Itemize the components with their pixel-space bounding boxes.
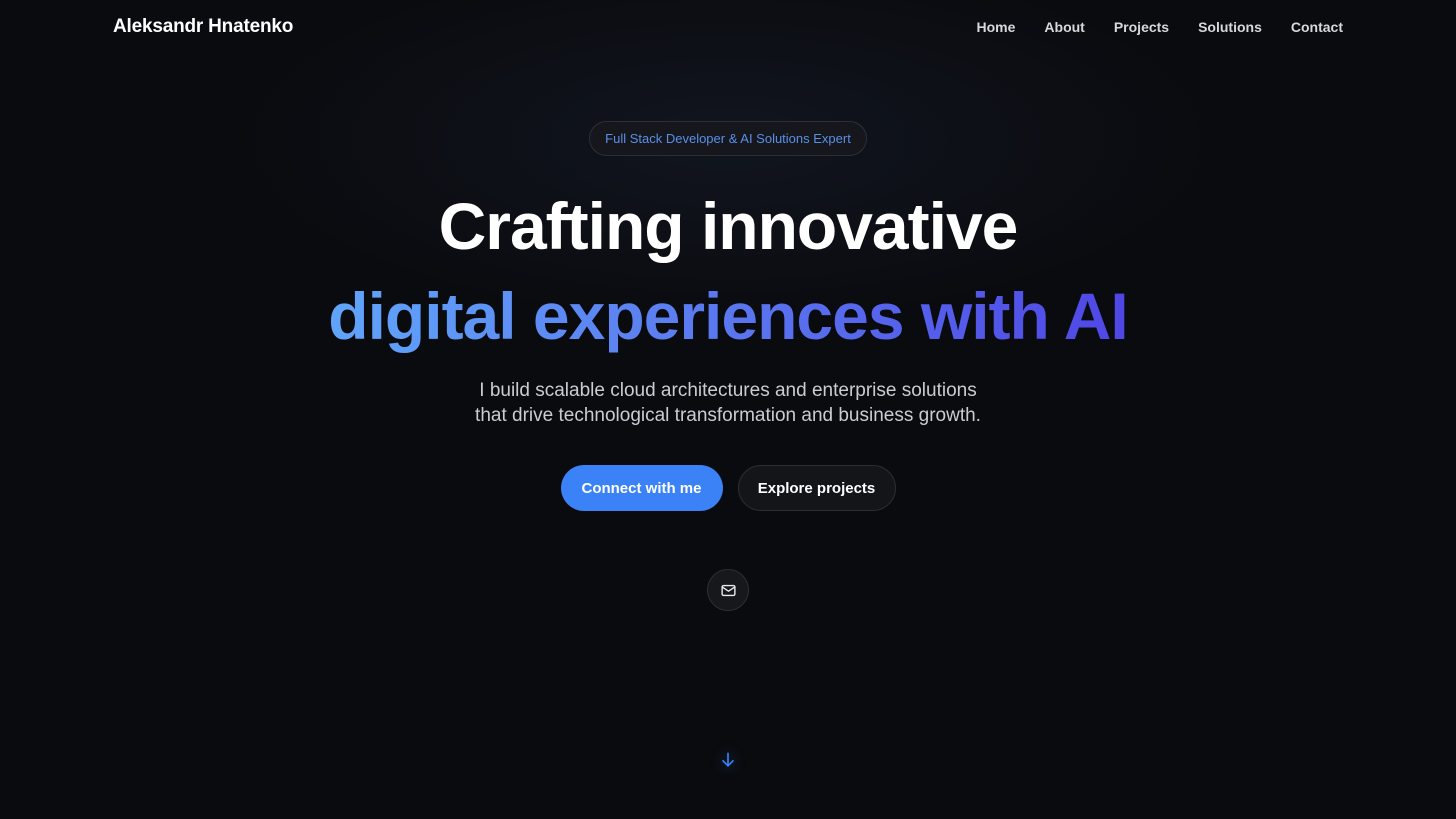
subtitle-line-2: that drive technological transformation … — [475, 405, 981, 426]
hero-subtitle: I build scalable cloud architectures and… — [0, 378, 1456, 428]
page: Aleksandr Hnatenko Home About Projects S… — [0, 0, 1456, 819]
scroll-down-button[interactable] — [716, 748, 740, 772]
email-contact-button[interactable] — [707, 569, 749, 611]
connect-with-me-button[interactable]: Connect with me — [560, 465, 723, 511]
subtitle-line-1: I build scalable cloud architectures and… — [479, 380, 977, 401]
explore-projects-button[interactable]: Explore projects — [737, 465, 896, 511]
headline-line-1: Crafting innovative — [438, 189, 1019, 263]
hero-headline: Crafting innovative digital experiences … — [0, 188, 1456, 354]
nav-link-contact[interactable]: Contact — [1291, 19, 1343, 35]
hero-badge-row: Full Stack Developer & AI Solutions Expe… — [0, 121, 1456, 156]
nav-link-home[interactable]: Home — [977, 19, 1016, 35]
arrow-down-icon — [718, 750, 738, 770]
brand-logo-text[interactable]: Aleksandr Hnatenko — [113, 16, 293, 38]
nav-link-about[interactable]: About — [1044, 19, 1084, 35]
nav-link-solutions[interactable]: Solutions — [1198, 19, 1262, 35]
cta-buttons: Connect with me Explore projects — [0, 465, 1456, 511]
nav-link-projects[interactable]: Projects — [1114, 19, 1169, 35]
role-badge: Full Stack Developer & AI Solutions Expe… — [589, 121, 867, 156]
top-navigation-bar: Aleksandr Hnatenko Home About Projects S… — [0, 0, 1456, 56]
mail-icon — [720, 582, 737, 599]
headline-line-2-gradient: digital experiences with AI — [328, 279, 1128, 353]
main-nav: Home About Projects Solutions Contact — [977, 19, 1344, 35]
